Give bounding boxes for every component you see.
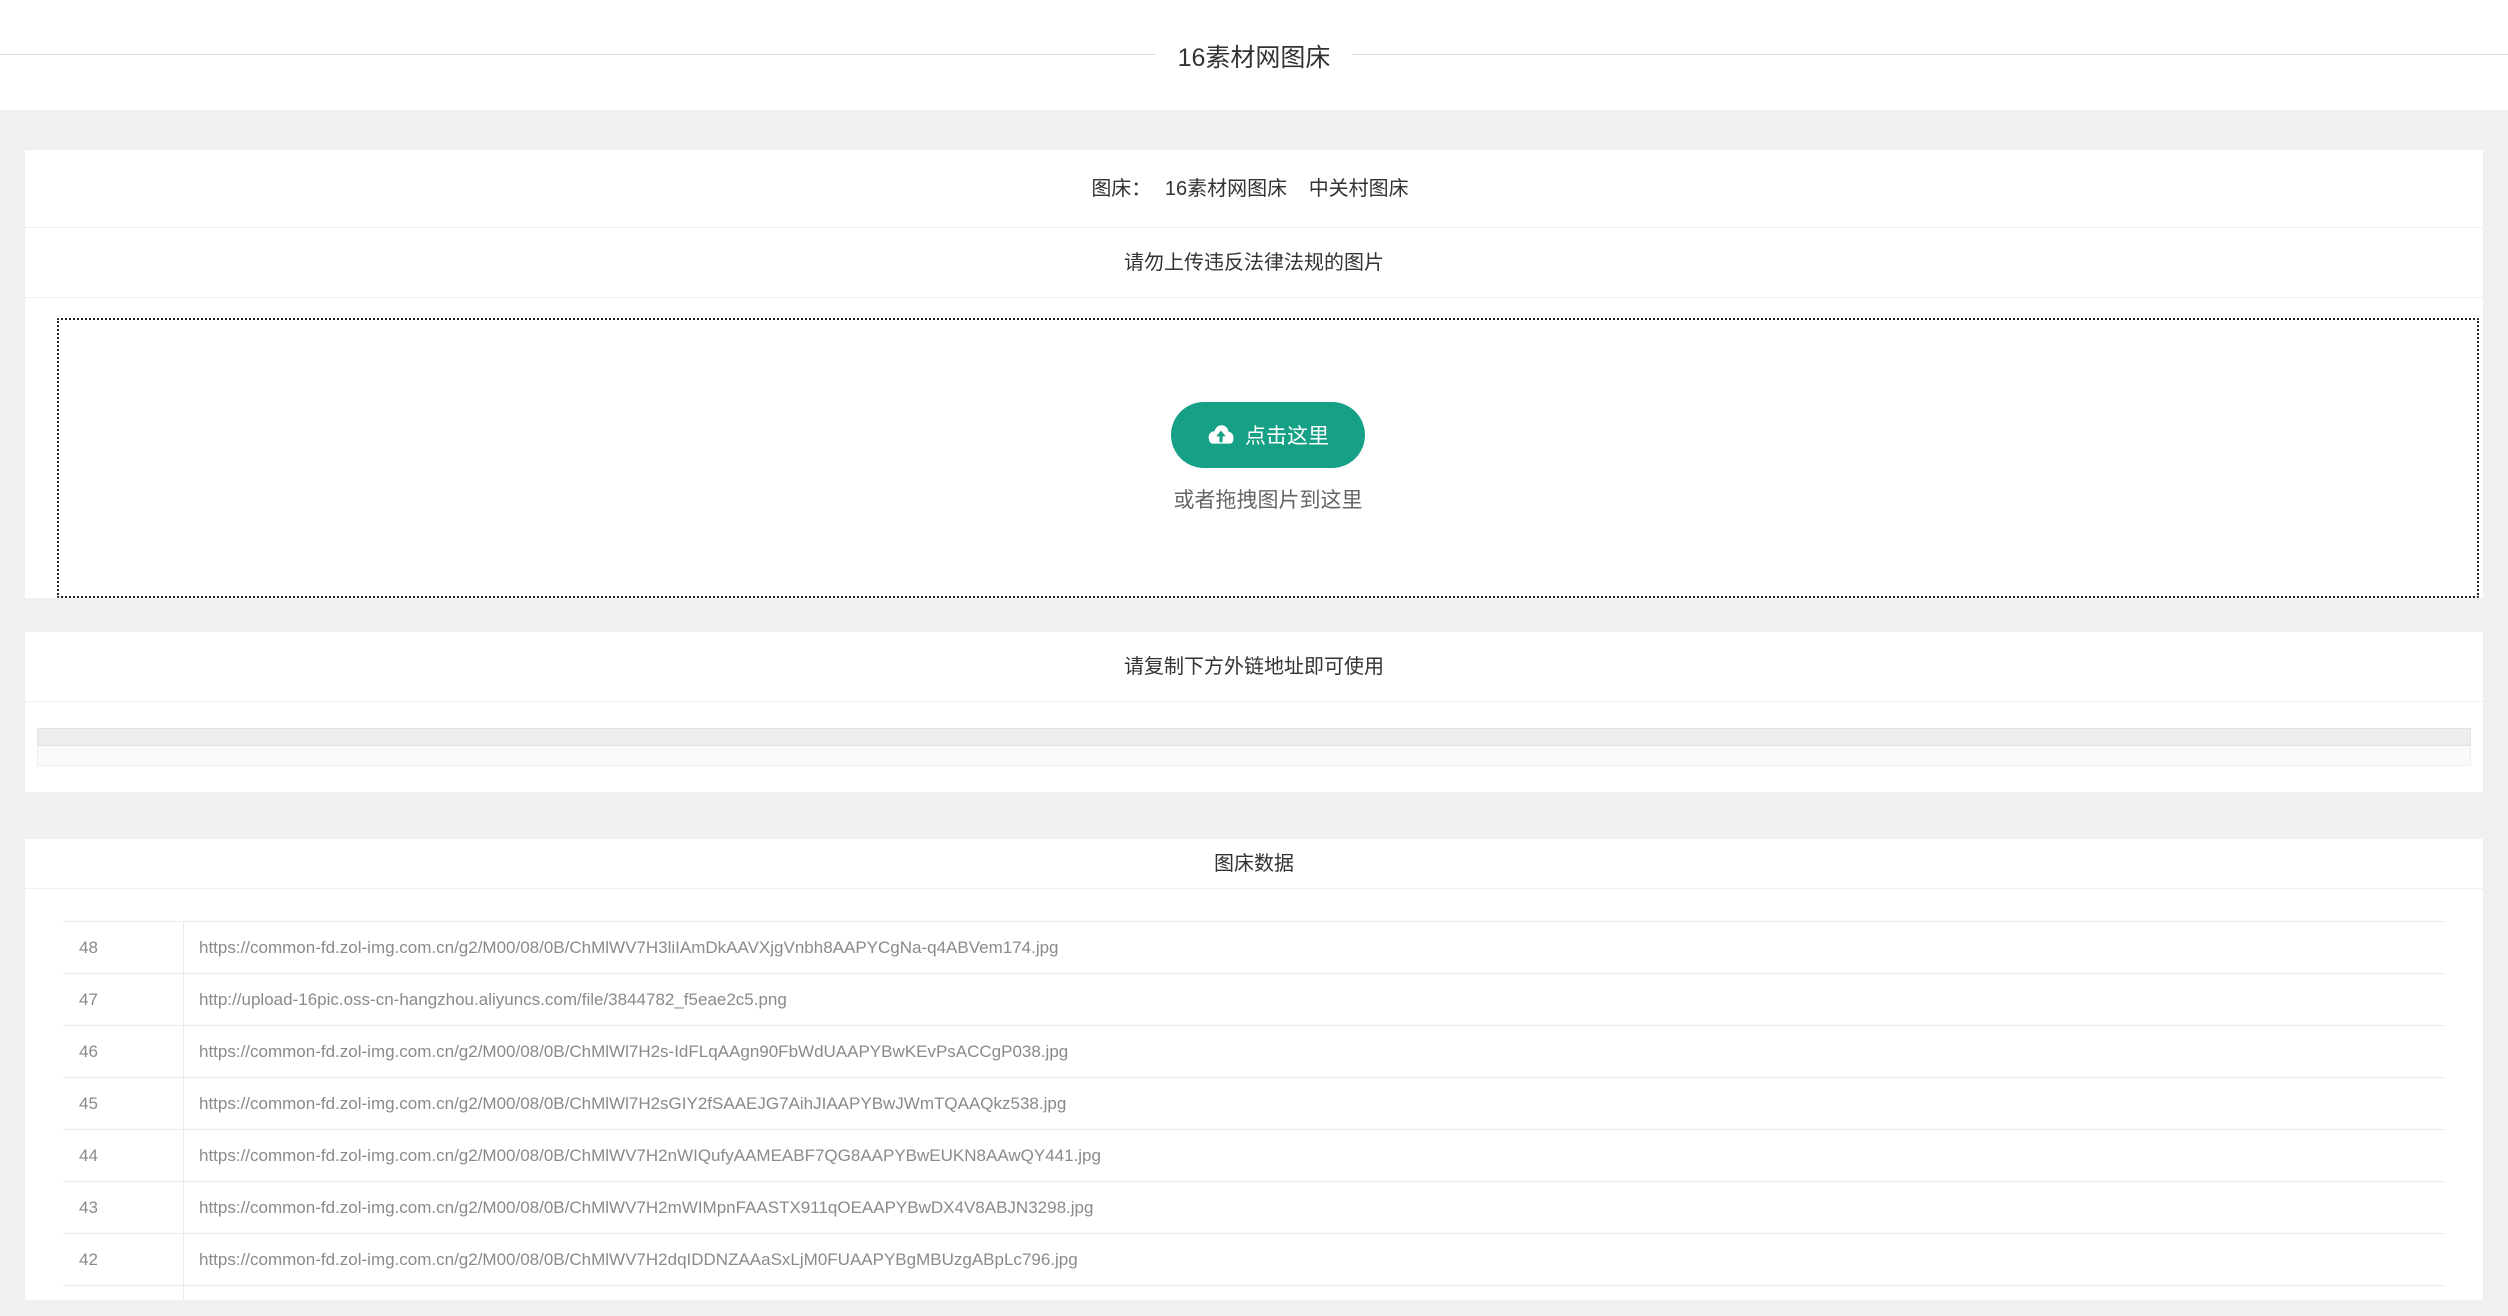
upload-button-label: 点击这里: [1245, 420, 1329, 450]
page-header: 16素材网图床: [0, 0, 2508, 110]
table-row: 46 https://common-fd.zol-img.com.cn/g2/M…: [63, 1026, 2445, 1078]
row-id: 46: [63, 1026, 184, 1077]
drag-hint-text: 或者拖拽图片到这里: [1174, 484, 1363, 514]
table-row: 42 https://common-fd.zol-img.com.cn/g2/M…: [63, 1234, 2445, 1286]
table-row-partial: [63, 1286, 2445, 1300]
sources-label: 图床：: [1091, 178, 1151, 200]
upload-warning-row: 请勿上传违反法律法规的图片: [25, 228, 2483, 298]
upload-button[interactable]: 点击这里: [1171, 402, 1365, 468]
row-id: 43: [63, 1182, 184, 1233]
link-output-bar-2: [37, 746, 2471, 766]
page-title: 16素材网图床: [1156, 38, 1353, 74]
row-id: [63, 1286, 184, 1300]
row-url[interactable]: https://common-fd.zol-img.com.cn/g2/M00/…: [184, 1250, 1078, 1270]
row-url[interactable]: https://common-fd.zol-img.com.cn/g2/M00/…: [184, 1094, 1066, 1114]
row-url[interactable]: https://common-fd.zol-img.com.cn/g2/M00/…: [184, 1146, 1101, 1166]
source-tab-zhongguancun[interactable]: 中关村图床: [1309, 178, 1409, 200]
row-url[interactable]: https://common-fd.zol-img.com.cn/g2/M00/…: [184, 1198, 1093, 1218]
upload-card: 图床： 16素材网图床 中关村图床 请勿上传违反法律法规的图片 点击这: [25, 150, 2483, 598]
row-id: 45: [63, 1078, 184, 1129]
image-bed-sources-row: 图床： 16素材网图床 中关村图床: [25, 150, 2483, 228]
row-id: 44: [63, 1130, 184, 1181]
links-body: [25, 702, 2483, 792]
image-url-table: 48 https://common-fd.zol-img.com.cn/g2/M…: [63, 921, 2445, 1300]
row-url[interactable]: http://upload-16pic.oss-cn-hangzhou.aliy…: [184, 990, 787, 1010]
row-id: 42: [63, 1234, 184, 1285]
links-heading-row: 请复制下方外链地址即可使用: [25, 632, 2483, 702]
table-row: 48 https://common-fd.zol-img.com.cn/g2/M…: [63, 922, 2445, 974]
external-links-card: 请复制下方外链地址即可使用: [25, 632, 2483, 792]
image-bed-data-card: 图床数据 48 https://common-fd.zol-img.com.cn…: [25, 839, 2483, 1300]
source-tab-16sucai[interactable]: 16素材网图床: [1165, 178, 1287, 200]
upload-warning-text: 请勿上传违反法律法规的图片: [1124, 252, 1384, 274]
table-row: 44 https://common-fd.zol-img.com.cn/g2/M…: [63, 1130, 2445, 1182]
row-id: 48: [63, 922, 184, 973]
table-row: 43 https://common-fd.zol-img.com.cn/g2/M…: [63, 1182, 2445, 1234]
row-url[interactable]: https://common-fd.zol-img.com.cn/g2/M00/…: [184, 1042, 1068, 1062]
table-row: 47 http://upload-16pic.oss-cn-hangzhou.a…: [63, 974, 2445, 1026]
links-heading-text: 请复制下方外链地址即可使用: [1124, 656, 1384, 678]
upload-dropzone[interactable]: 点击这里 或者拖拽图片到这里: [57, 318, 2479, 598]
row-url[interactable]: https://common-fd.zol-img.com.cn/g2/M00/…: [184, 938, 1059, 958]
cloud-upload-icon: [1207, 424, 1235, 446]
data-heading-text: 图床数据: [1214, 853, 1294, 875]
link-output-bar-1: [37, 728, 2471, 746]
row-id: 47: [63, 974, 184, 1025]
data-heading-row: 图床数据: [25, 839, 2483, 889]
table-row: 45 https://common-fd.zol-img.com.cn/g2/M…: [63, 1078, 2445, 1130]
